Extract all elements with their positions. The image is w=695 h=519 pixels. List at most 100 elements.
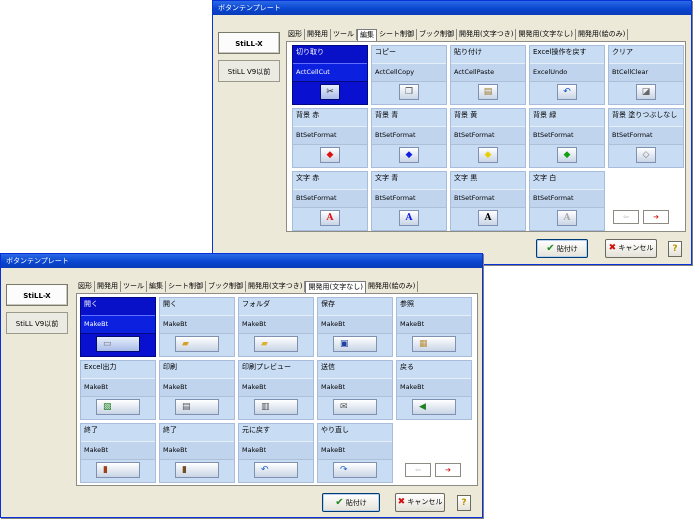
tab-8[interactable]: 開発用(絵のみ) <box>576 29 629 40</box>
template-preview-button[interactable]: ▦ <box>412 336 456 352</box>
template-preview-button[interactable]: A <box>399 210 419 226</box>
tab-1[interactable]: 開発用 <box>95 281 121 292</box>
template-cell[interactable]: 開く MakeBt ▭ <box>80 297 156 357</box>
template-cell[interactable]: フォルダ MakeBt ▰ <box>238 297 314 357</box>
template-macro: ActCellCopy <box>372 63 446 82</box>
template-preview-button[interactable]: ▣ <box>333 336 377 352</box>
fill-green-icon: ◆ <box>563 150 571 160</box>
sidebar-item-still-v9[interactable]: StiLL V9以前 <box>6 312 68 334</box>
tab-2[interactable]: ツール <box>331 29 357 40</box>
template-cell[interactable]: 参照 MakeBt ▦ <box>396 297 472 357</box>
template-cell[interactable]: 印刷 MakeBt ▤ <box>159 360 235 420</box>
paste-button[interactable]: ✔ 貼付け <box>536 239 588 258</box>
dialog-2-title-bar[interactable]: ボタンテンプレート <box>1 254 482 268</box>
template-cell[interactable]: 送信 MakeBt ✉ <box>317 360 393 420</box>
template-preview-button[interactable]: ◆ <box>320 147 340 163</box>
template-preview-button[interactable]: ◪ <box>636 84 656 100</box>
template-cell[interactable]: 背景 青 BtSetFormat ◆ <box>371 108 447 168</box>
template-preview-button[interactable]: ↶ <box>254 462 298 478</box>
template-preview-button[interactable]: ▰ <box>175 336 219 352</box>
template-cell[interactable]: Excel操作を戻す ExcelUndo ↶ <box>529 45 605 105</box>
tab-6[interactable]: 開発用(文字つき) <box>457 29 517 40</box>
template-cell[interactable]: 背景 黄 BtSetFormat ◆ <box>450 108 526 168</box>
dialog-1-sidebar: StiLL-X StiLL V9以前 <box>218 19 280 88</box>
template-preview-button[interactable]: ▮ <box>175 462 219 478</box>
template-preview-button[interactable]: ◀ <box>412 399 456 415</box>
template-preview-button[interactable]: ▤ <box>175 399 219 415</box>
template-dialog-2: ボタンテンプレート StiLL-X StiLL V9以前 図形 開発用 ツール 編集シ… <box>0 253 483 518</box>
template-cell[interactable]: Excel出力 MakeBt ▧ <box>80 360 156 420</box>
tab-7[interactable]: 開発用(文字なし) <box>516 29 576 40</box>
template-cell[interactable]: 文字 黒 BtSetFormat A <box>450 171 526 231</box>
tab-4[interactable]: シート制御 <box>377 29 417 40</box>
sidebar-item-still-x[interactable]: StiLL-X <box>218 32 280 54</box>
tab-1[interactable]: 開発用 <box>305 29 331 40</box>
template-name: 切り取り <box>293 46 367 64</box>
cancel-button[interactable]: ✖ キャンセル <box>605 239 657 258</box>
template-name: 開く <box>163 300 177 308</box>
template-cell[interactable]: コピー ActCellCopy ❐ <box>371 45 447 105</box>
tab-2[interactable]: ツール <box>121 281 147 292</box>
template-cell[interactable]: 開く MakeBt ▰ <box>159 297 235 357</box>
paste-button[interactable]: ✔ 貼付け <box>322 493 380 512</box>
sidebar-item-still-x[interactable]: StiLL-X <box>6 284 68 306</box>
prev-page-button[interactable]: ⇦ <box>405 463 431 477</box>
template-preview-button[interactable]: ↷ <box>333 462 377 478</box>
template-cell[interactable]: 背景 赤 BtSetFormat ◆ <box>292 108 368 168</box>
template-cell[interactable]: 背景 緑 BtSetFormat ◆ <box>529 108 605 168</box>
template-cell[interactable]: クリア BtCellClear ◪ <box>608 45 684 105</box>
tab-5[interactable]: ブック制御 <box>206 281 246 292</box>
template-cell[interactable]: 終了 MakeBt ▮ <box>80 423 156 483</box>
template-preview-button[interactable]: A <box>557 210 577 226</box>
help-button[interactable]: ? <box>457 495 471 511</box>
tab-0[interactable]: 図形 <box>76 281 95 292</box>
template-preview-button[interactable]: ▰ <box>254 336 298 352</box>
dialog-1-title-bar[interactable]: ボタンテンプレート <box>213 1 691 15</box>
template-preview-button[interactable]: ▤ <box>478 84 498 100</box>
template-cell[interactable]: やり直し MakeBt ↷ <box>317 423 393 483</box>
template-preview-button[interactable]: ◆ <box>399 147 419 163</box>
tab-6[interactable]: 開発用(文字つき) <box>246 281 306 292</box>
fill-none-icon: ◇ <box>642 150 650 160</box>
prev-page-button[interactable]: ⇦ <box>613 210 639 224</box>
next-page-button[interactable]: ➔ <box>643 210 669 224</box>
template-preview-button[interactable]: ◆ <box>478 147 498 163</box>
tab-4[interactable]: シート制御 <box>166 281 206 292</box>
tab-8[interactable]: 開発用(絵のみ) <box>366 281 419 292</box>
sidebar-item-still-v9[interactable]: StiLL V9以前 <box>218 60 280 82</box>
template-preview-button[interactable]: ◆ <box>557 147 577 163</box>
template-preview-button[interactable]: ↶ <box>557 84 577 100</box>
next-page-button[interactable]: ➔ <box>435 463 461 477</box>
template-preview-button[interactable]: ▧ <box>96 399 140 415</box>
template-cell[interactable]: 元に戻す MakeBt ↶ <box>238 423 314 483</box>
template-preview-button[interactable]: ▮ <box>96 462 140 478</box>
template-preview-button[interactable]: ✂ <box>320 84 340 100</box>
template-macro: BtSetFormat <box>530 189 604 208</box>
template-macro: MakeBt <box>239 441 313 460</box>
template-preview-button[interactable]: ▥ <box>254 399 298 415</box>
template-preview-button[interactable]: A <box>478 210 498 226</box>
cancel-button[interactable]: ✖ キャンセル <box>395 493 445 512</box>
template-name: Excel操作を戻す <box>533 48 587 56</box>
template-preview-button[interactable]: ▭ <box>96 336 140 352</box>
template-cell[interactable]: 切り取り ActCellCut ✂ <box>292 45 368 105</box>
template-cell[interactable]: 文字 青 BtSetFormat A <box>371 171 447 231</box>
template-cell[interactable]: 終了 MakeBt ▮ <box>159 423 235 483</box>
template-cell[interactable]: 貼り付け ActCellPaste ▤ <box>450 45 526 105</box>
template-cell[interactable]: 印刷プレビュー MakeBt ▥ <box>238 360 314 420</box>
template-cell[interactable]: 保存 MakeBt ▣ <box>317 297 393 357</box>
tab-0[interactable]: 図形 <box>286 29 305 40</box>
template-preview-button[interactable]: A <box>320 210 340 226</box>
template-preview-button[interactable]: ❐ <box>399 84 419 100</box>
template-cell[interactable]: 文字 白 BtSetFormat A <box>529 171 605 231</box>
tab-3[interactable]: 編集 <box>147 281 166 292</box>
template-cell[interactable]: 戻る MakeBt ◀ <box>396 360 472 420</box>
template-preview-button[interactable]: ◇ <box>636 147 656 163</box>
help-button[interactable]: ? <box>668 241 682 257</box>
template-cell[interactable]: 背景 塗りつぶしなし BtSetFormat ◇ <box>608 108 684 168</box>
template-cell[interactable]: 文字 赤 BtSetFormat A <box>292 171 368 231</box>
template-preview-button[interactable]: ✉ <box>333 399 377 415</box>
template-macro: MakeBt <box>239 378 313 397</box>
template-name: 背景 青 <box>375 111 399 119</box>
tab-5[interactable]: ブック制御 <box>417 29 457 40</box>
